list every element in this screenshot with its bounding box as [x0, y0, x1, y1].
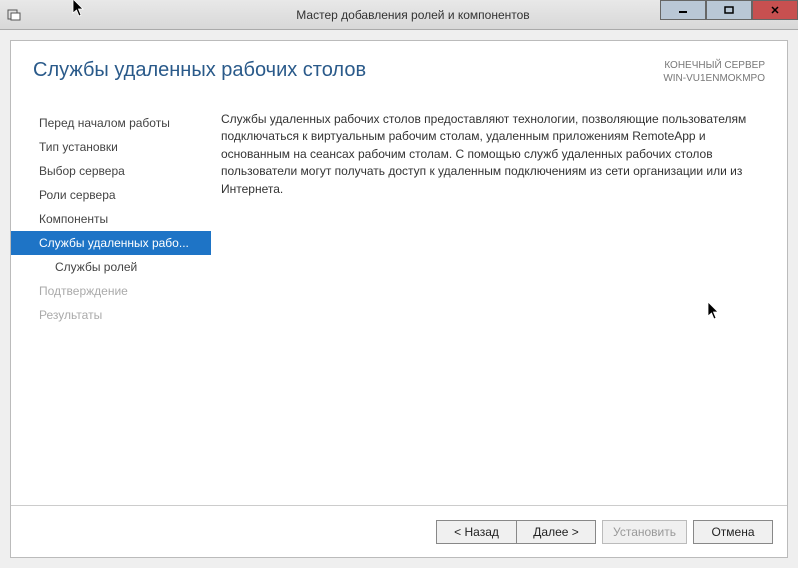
header: Службы удаленных рабочих столов КОНЕЧНЫЙ…: [11, 41, 787, 95]
nav-install-type[interactable]: Тип установки: [11, 135, 211, 159]
close-button[interactable]: [752, 0, 798, 20]
description-text: Службы удаленных рабочих столов предоста…: [211, 95, 787, 491]
nav-server-select[interactable]: Выбор сервера: [11, 159, 211, 183]
nav-features[interactable]: Компоненты: [11, 207, 211, 231]
minimize-button[interactable]: [660, 0, 706, 20]
nav-button-group: < Назад Далее >: [436, 520, 596, 544]
back-button[interactable]: < Назад: [436, 520, 516, 544]
nav-before-start[interactable]: Перед началом работы: [11, 111, 211, 135]
install-button: Установить: [602, 520, 687, 544]
server-label: КОНЕЧНЫЙ СЕРВЕР: [663, 59, 765, 72]
page-title: Службы удаленных рабочих столов: [33, 59, 366, 82]
wizard-panel: Службы удаленных рабочих столов КОНЕЧНЫЙ…: [10, 40, 788, 558]
nav-confirmation: Подтверждение: [11, 279, 211, 303]
content-row: Перед началом работы Тип установки Выбор…: [11, 95, 787, 491]
window-body: Службы удаленных рабочих столов КОНЕЧНЫЙ…: [0, 30, 798, 568]
maximize-button[interactable]: [706, 0, 752, 20]
cancel-button[interactable]: Отмена: [693, 520, 773, 544]
nav-server-roles[interactable]: Роли сервера: [11, 183, 211, 207]
server-name: WIN-VU1ENMOKMPO: [663, 72, 765, 85]
nav-role-services[interactable]: Службы ролей: [11, 255, 211, 279]
footer: < Назад Далее > Установить Отмена: [11, 505, 787, 557]
titlebar: Мастер добавления ролей и компонентов: [0, 0, 798, 30]
nav-rds[interactable]: Службы удаленных рабо...: [11, 231, 211, 255]
nav-results: Результаты: [11, 303, 211, 327]
wizard-nav: Перед началом работы Тип установки Выбор…: [11, 95, 211, 491]
server-info: КОНЕЧНЫЙ СЕРВЕР WIN-VU1ENMOKMPO: [663, 59, 765, 85]
window-controls: [660, 0, 798, 29]
next-button[interactable]: Далее >: [516, 520, 596, 544]
app-icon: [0, 8, 28, 22]
